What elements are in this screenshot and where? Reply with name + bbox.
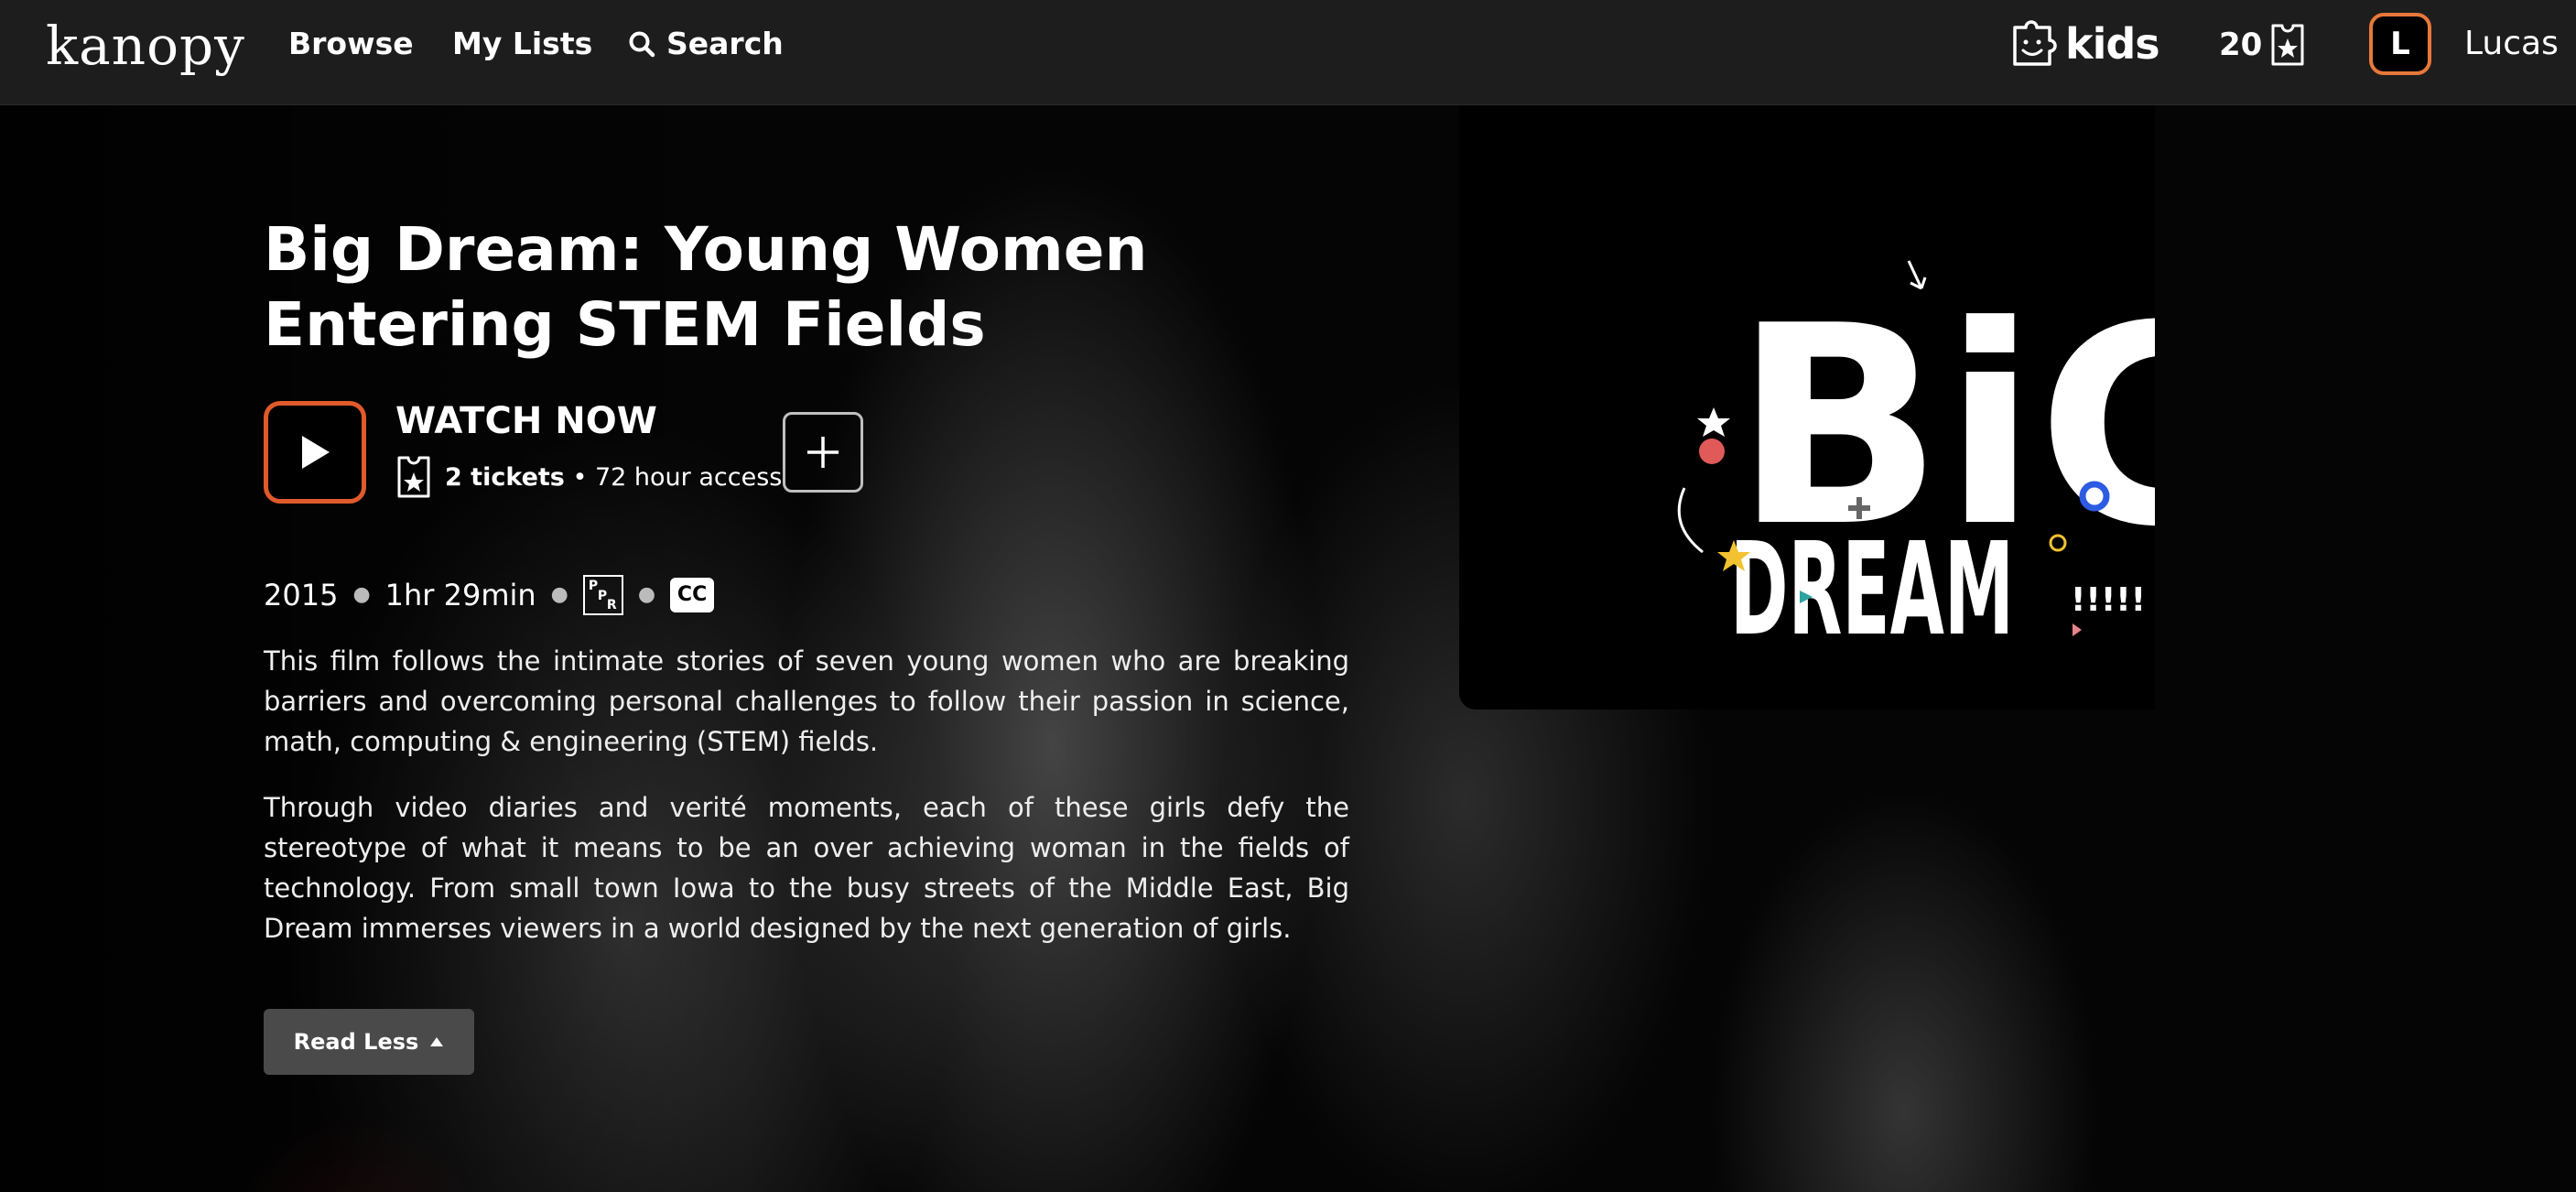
ticket-balance[interactable]: 20 bbox=[2219, 22, 2306, 68]
nav-search-label: Search bbox=[666, 26, 784, 61]
film-description-2: Through video diaries and verité moments… bbox=[264, 792, 1349, 944]
rating-letter: P bbox=[588, 579, 599, 593]
kids-mode-link[interactable]: kids bbox=[2010, 18, 2160, 70]
release-year: 2015 bbox=[264, 578, 339, 612]
star-doodle bbox=[1697, 407, 1730, 437]
film-poster[interactable]: BiG DREAM !!!!! bbox=[1459, 105, 2155, 710]
watch-now-label[interactable]: WATCH NOW bbox=[395, 397, 657, 445]
arrow-doodle bbox=[1677, 487, 1704, 554]
rating-badge: P P R bbox=[582, 575, 623, 615]
caret-up-icon bbox=[430, 1037, 444, 1046]
add-to-list-button[interactable] bbox=[783, 412, 863, 493]
ticket-access-info: 2 tickets • 72 hour access bbox=[395, 454, 782, 500]
nav-search[interactable]: Search bbox=[628, 24, 784, 64]
film-title: Big Dream: Young Women Entering STEM Fie… bbox=[264, 214, 1148, 360]
play-icon bbox=[302, 436, 330, 469]
separator-dot: ● bbox=[637, 583, 656, 606]
read-less-label: Read Less bbox=[293, 1029, 419, 1055]
nav-browse[interactable]: Browse bbox=[288, 24, 414, 64]
ticket-balance-count: 20 bbox=[2219, 27, 2263, 63]
rating-letter: R bbox=[606, 598, 617, 612]
kanopy-logo[interactable]: kanopy bbox=[46, 9, 245, 82]
plus-icon bbox=[807, 437, 839, 468]
ticket-icon bbox=[397, 456, 430, 498]
kids-label: kids bbox=[2065, 19, 2160, 69]
play-button[interactable] bbox=[264, 401, 366, 504]
film-description-1: This film follows the intimate stories o… bbox=[264, 645, 1349, 757]
username[interactable]: Lucas bbox=[2464, 24, 2559, 64]
search-icon bbox=[629, 31, 655, 58]
kids-puzzle-icon bbox=[2013, 20, 2057, 66]
duration: 1hr 29min bbox=[384, 578, 536, 612]
separator-dot: ● bbox=[352, 583, 371, 606]
access-duration: • 72 hour access bbox=[572, 462, 783, 492]
read-less-button[interactable]: Read Less bbox=[264, 1009, 474, 1075]
separator-dot: ● bbox=[550, 583, 568, 606]
closed-captions-badge: CC bbox=[670, 578, 715, 612]
nav-my-lists[interactable]: My Lists bbox=[452, 24, 592, 64]
ticket-cost: 2 tickets bbox=[445, 462, 565, 492]
pink-triangle-doodle bbox=[2073, 623, 2082, 636]
poster-exclaim: !!!!! bbox=[2071, 581, 2146, 619]
poster-artwork: BiG DREAM !!!!! bbox=[1677, 260, 2155, 665]
avatar[interactable]: L bbox=[2369, 13, 2431, 75]
rating-letter: P bbox=[597, 589, 608, 603]
top-navigation-bar: kanopy Browse My Lists Search kids 20 L … bbox=[0, 0, 2576, 105]
poster-title-dream: DREAM bbox=[1730, 515, 2014, 665]
ticket-icon bbox=[2271, 24, 2304, 66]
film-metadata: 2015 ● 1hr 29min ● P P R ● CC bbox=[264, 575, 715, 615]
dot-doodle bbox=[1699, 439, 1725, 464]
